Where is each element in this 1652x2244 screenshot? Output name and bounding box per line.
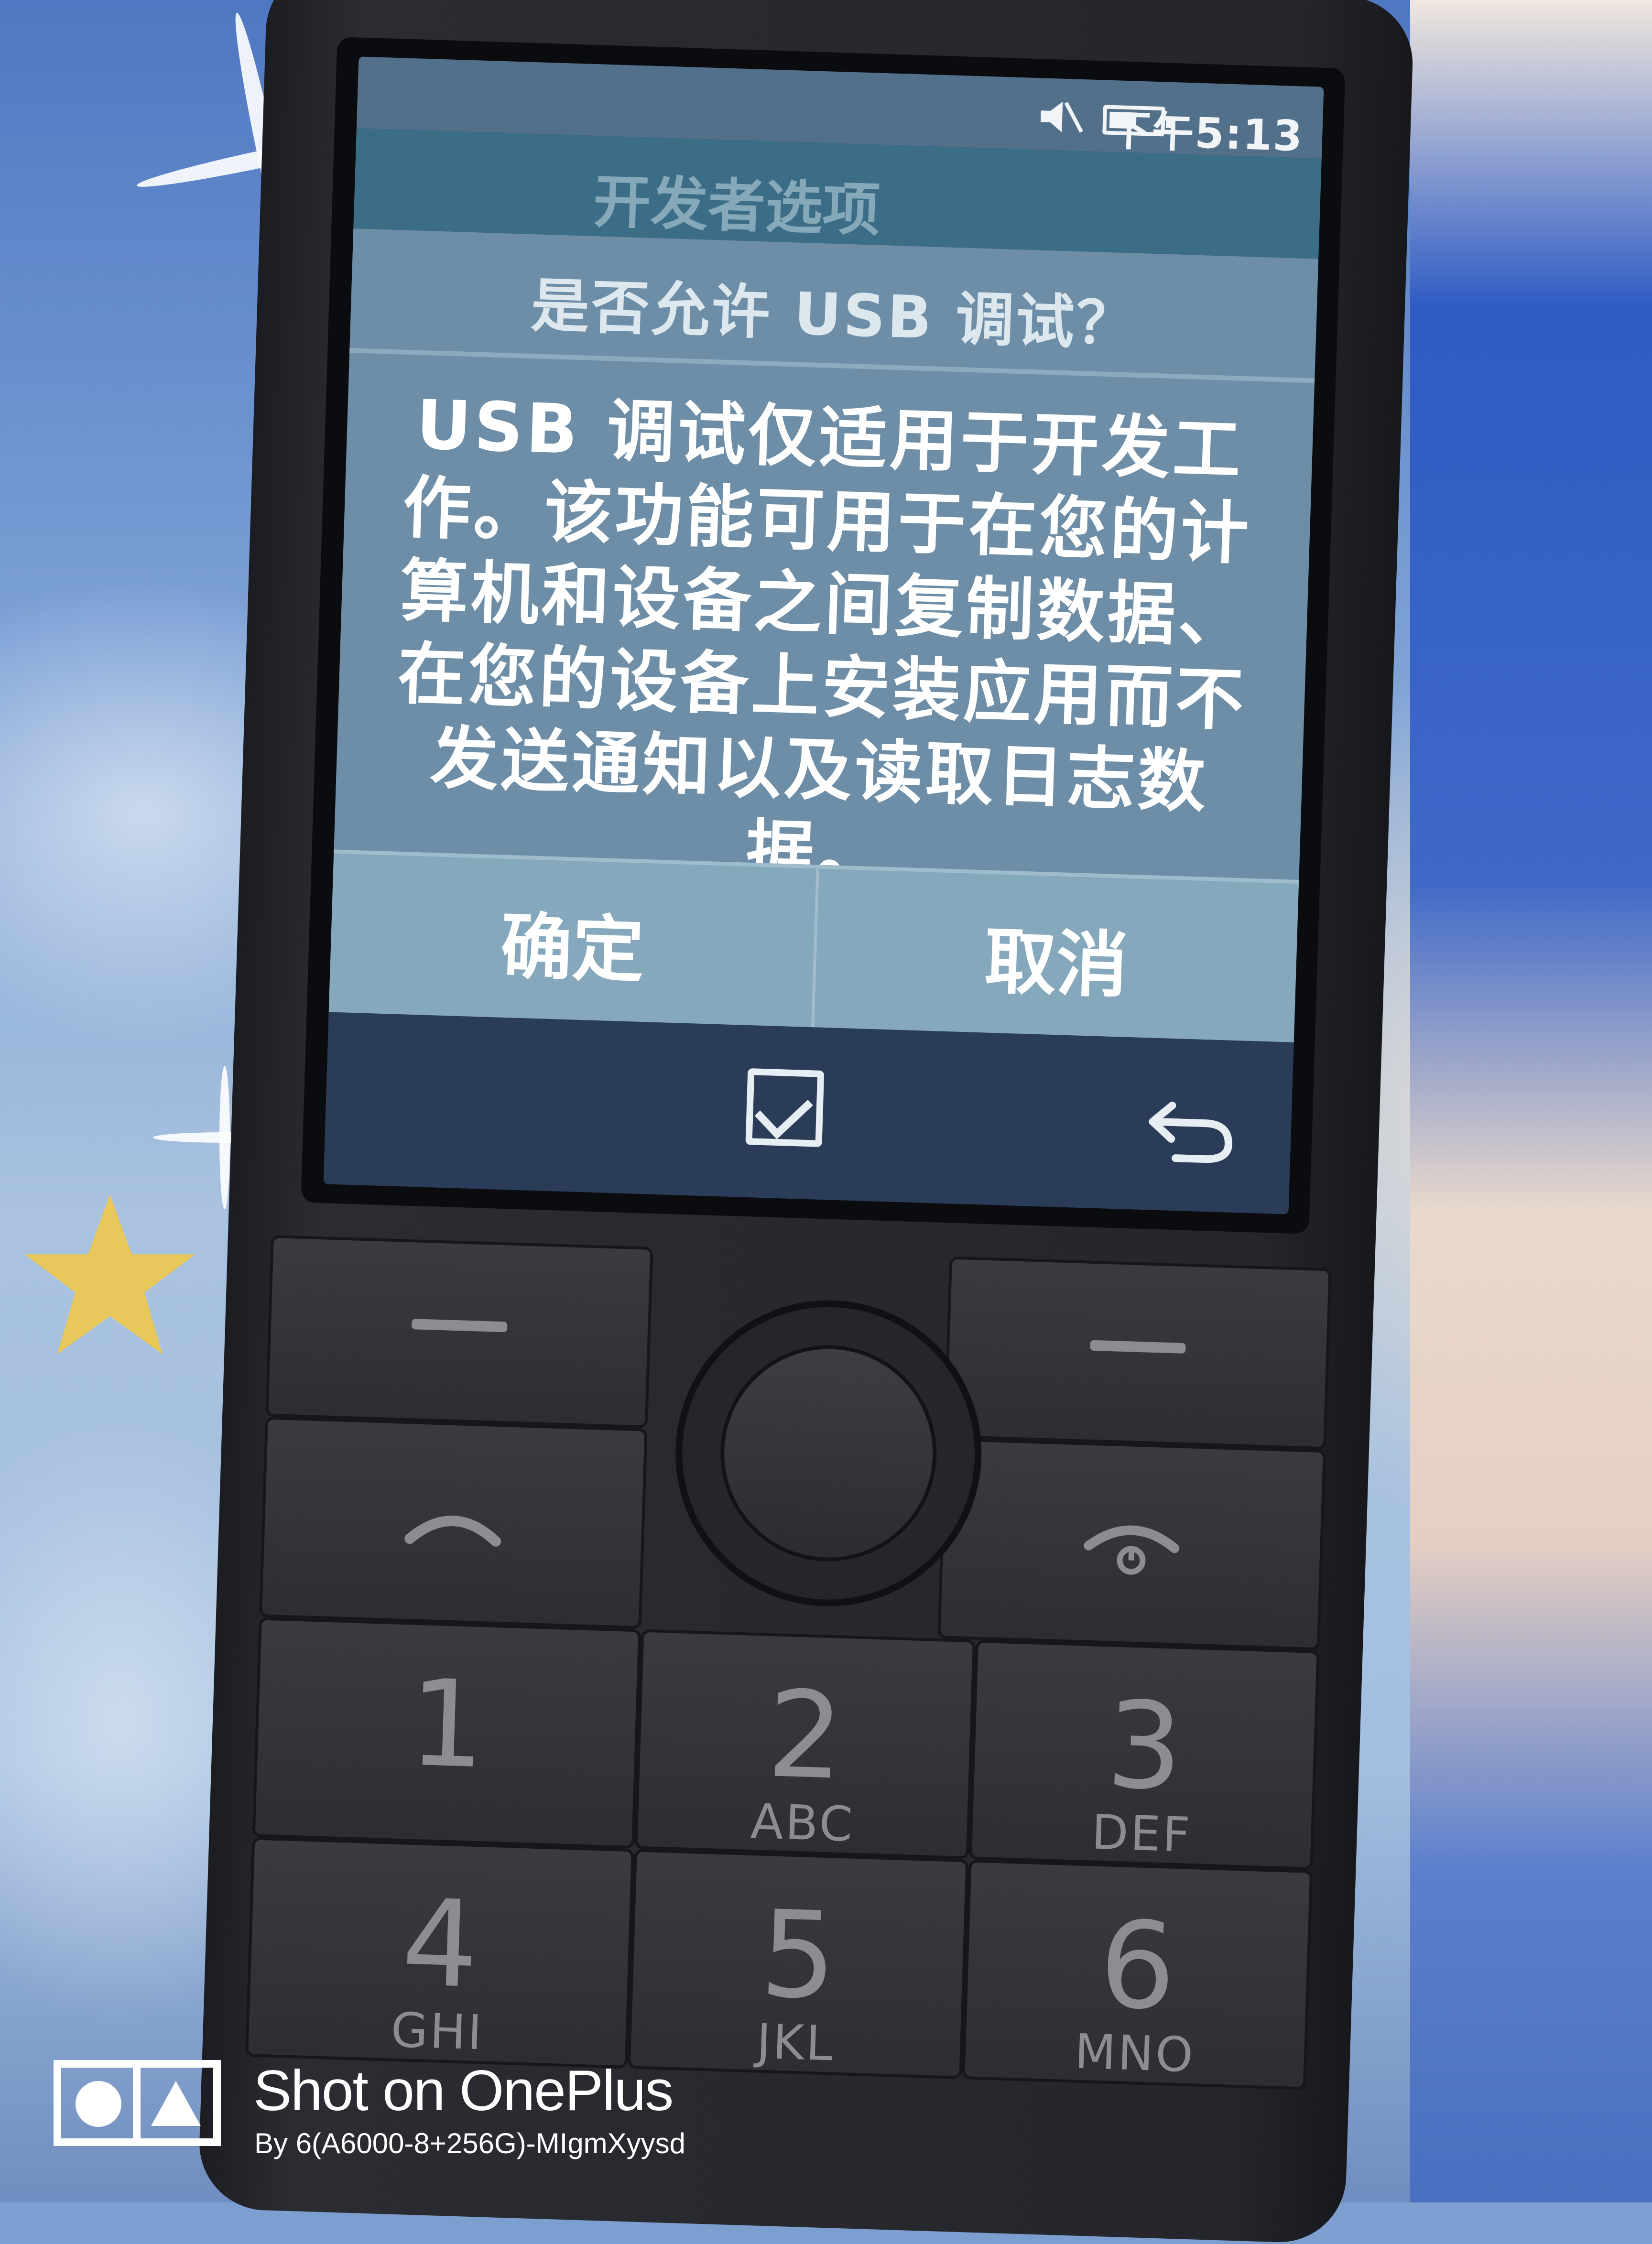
key-6[interactable]: 6 MNO	[962, 1859, 1313, 2090]
cancel-button[interactable]: 取消	[811, 868, 1299, 1046]
back-arrow-icon[interactable]	[1141, 1085, 1239, 1170]
confirm-button[interactable]: 确定	[328, 854, 816, 1031]
logo-divider	[133, 2068, 141, 2138]
key-2[interactable]: 2 ABC	[634, 1629, 976, 1860]
key-letters: JKL	[756, 2013, 836, 2072]
key-digit: 1	[406, 1653, 488, 1795]
end-call-key[interactable]	[937, 1438, 1326, 1651]
key-digit: 3	[1104, 1675, 1185, 1817]
logo-triangle	[151, 2081, 201, 2126]
key-digit: 2	[765, 1665, 846, 1806]
right-softkey[interactable]	[944, 1256, 1332, 1450]
end-call-power-icon	[1084, 1525, 1180, 1575]
usb-debug-dialog: 是否允许 USB 调试？ USB 调试仅适用于开发工作。该功能可用于在您的计算机…	[328, 228, 1319, 1046]
speaker-muted-icon	[1040, 101, 1083, 133]
key-5[interactable]: 5 JKL	[627, 1849, 969, 2080]
dash-icon	[1090, 1340, 1186, 1354]
screen-bezel: 下午5:13 开发者选项 是否允许 USB 调试？ USB 调试仅适用于开发工作…	[301, 36, 1346, 1235]
dialog-message: USB 调试仅适用于开发工作。该功能可用于在您的计算机和设备之间复制数据、在您的…	[396, 385, 1253, 895]
call-key[interactable]	[259, 1416, 648, 1629]
dash-icon	[411, 1319, 508, 1333]
key-letters: ABC	[750, 1793, 856, 1853]
logo-circle	[76, 2081, 121, 2127]
key-digit: 4	[400, 1873, 480, 2015]
key-digit: 6	[1097, 1895, 1178, 2037]
oneplus-camera-logo	[54, 2060, 221, 2146]
key-letters: DEF	[1090, 1804, 1193, 1863]
watermark-title: Shot on OnePlus	[253, 2059, 674, 2123]
left-softkey[interactable]	[265, 1235, 653, 1429]
key-digit: 5	[758, 1884, 839, 2026]
checkbox-check-icon[interactable]	[745, 1068, 825, 1147]
phone-call-icon	[404, 1516, 501, 1547]
key-3[interactable]: 3 DEF	[968, 1639, 1320, 1870]
softkey-bar	[323, 1012, 1294, 1214]
key-letters: MNO	[1074, 2023, 1196, 2083]
key-1[interactable]: 1	[252, 1617, 641, 1849]
dpad-center-button[interactable]	[717, 1342, 940, 1565]
dialog-title: 是否允许 USB 调试？	[530, 271, 1138, 358]
watermark-subtitle: By 6(A6000-8+256G)-MIgmXyysd	[254, 2127, 686, 2159]
key-4[interactable]: 4 GHI	[245, 1837, 635, 2069]
key-letters: GHI	[390, 2002, 485, 2061]
phone-screen: 下午5:13 开发者选项 是否允许 USB 调试？ USB 调试仅适用于开发工作…	[323, 56, 1324, 1214]
background-pattern	[1410, 0, 1652, 2202]
star-decoration	[24, 1194, 196, 1355]
feature-phone: 下午5:13 开发者选项 是否允许 USB 调试？ USB 调试仅适用于开发工作…	[197, 0, 1415, 2244]
navigation-dpad[interactable]	[671, 1295, 987, 1611]
